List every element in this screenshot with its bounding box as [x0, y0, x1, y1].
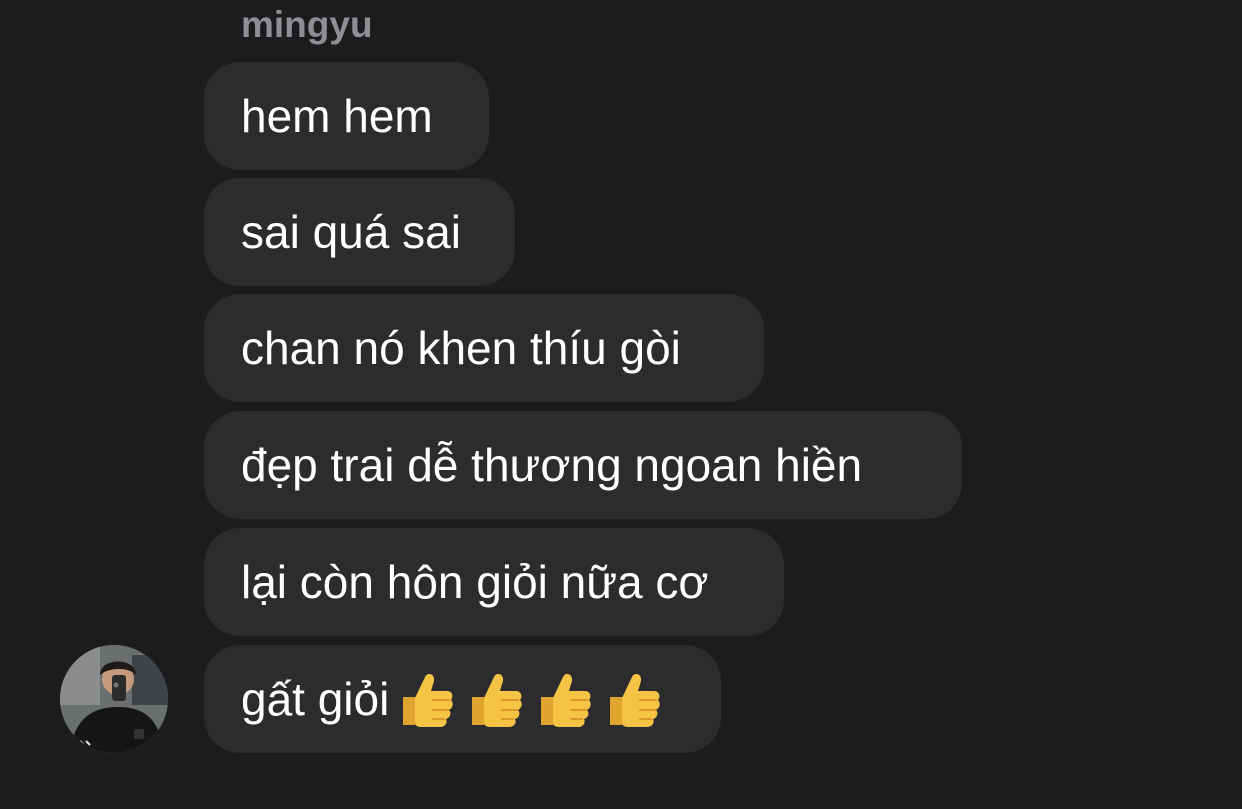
thumbs-up-icon: [541, 673, 592, 727]
message-bubble[interactable]: gất giỏi: [204, 645, 721, 753]
avatar[interactable]: [60, 645, 168, 753]
message-bubble[interactable]: chan nó khen thíu gòi: [204, 294, 764, 402]
profile-photo-icon: [60, 645, 168, 753]
thumbs-up-icon: [472, 673, 523, 727]
emoji-group: [391, 667, 667, 731]
message-text: lại còn hôn giỏi nữa cơ: [241, 556, 709, 608]
message-text: gất giỏi: [241, 673, 390, 725]
thumbs-up-icon: [610, 673, 661, 727]
message-text: sai quá sai: [241, 206, 461, 258]
message-bubble[interactable]: hem hem: [204, 62, 489, 170]
message-text: hem hem: [241, 90, 433, 142]
message-text: đẹp trai dễ thương ngoan hiền: [241, 439, 863, 491]
message-bubble[interactable]: lại còn hôn giỏi nữa cơ: [204, 528, 784, 636]
thumbs-up-icon: [403, 673, 454, 727]
message-bubble[interactable]: đẹp trai dễ thương ngoan hiền: [204, 411, 962, 519]
chat-thread: mingyu hem hem sai quá sai chan nó khen …: [0, 0, 1242, 809]
sender-name: mingyu: [241, 4, 373, 45]
message-text: chan nó khen thíu gòi: [241, 322, 681, 374]
message-bubble[interactable]: sai quá sai: [204, 178, 515, 286]
